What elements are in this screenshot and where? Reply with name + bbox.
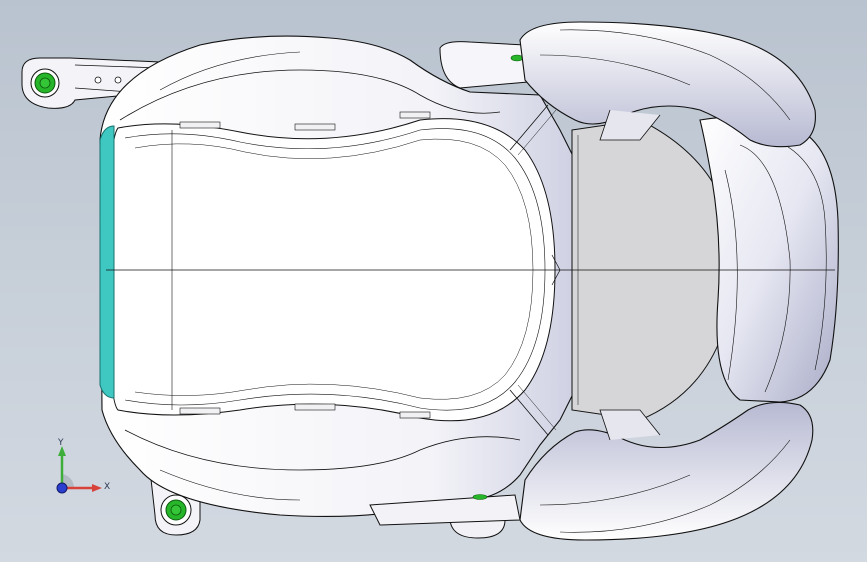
- trim-strip: [99, 125, 115, 399]
- side-wing-top[interactable]: [519, 21, 816, 148]
- z-axis-dot: [56, 482, 68, 494]
- graphics-viewport[interactable]: Y X: [0, 0, 867, 562]
- side-wing-bottom[interactable]: [519, 401, 814, 541]
- headrest[interactable]: [699, 116, 839, 403]
- y-axis-label: Y: [58, 438, 64, 448]
- reference-triad: Y X: [44, 436, 134, 508]
- top-latch[interactable]: [439, 41, 529, 89]
- x-axis-label: X: [104, 482, 111, 492]
